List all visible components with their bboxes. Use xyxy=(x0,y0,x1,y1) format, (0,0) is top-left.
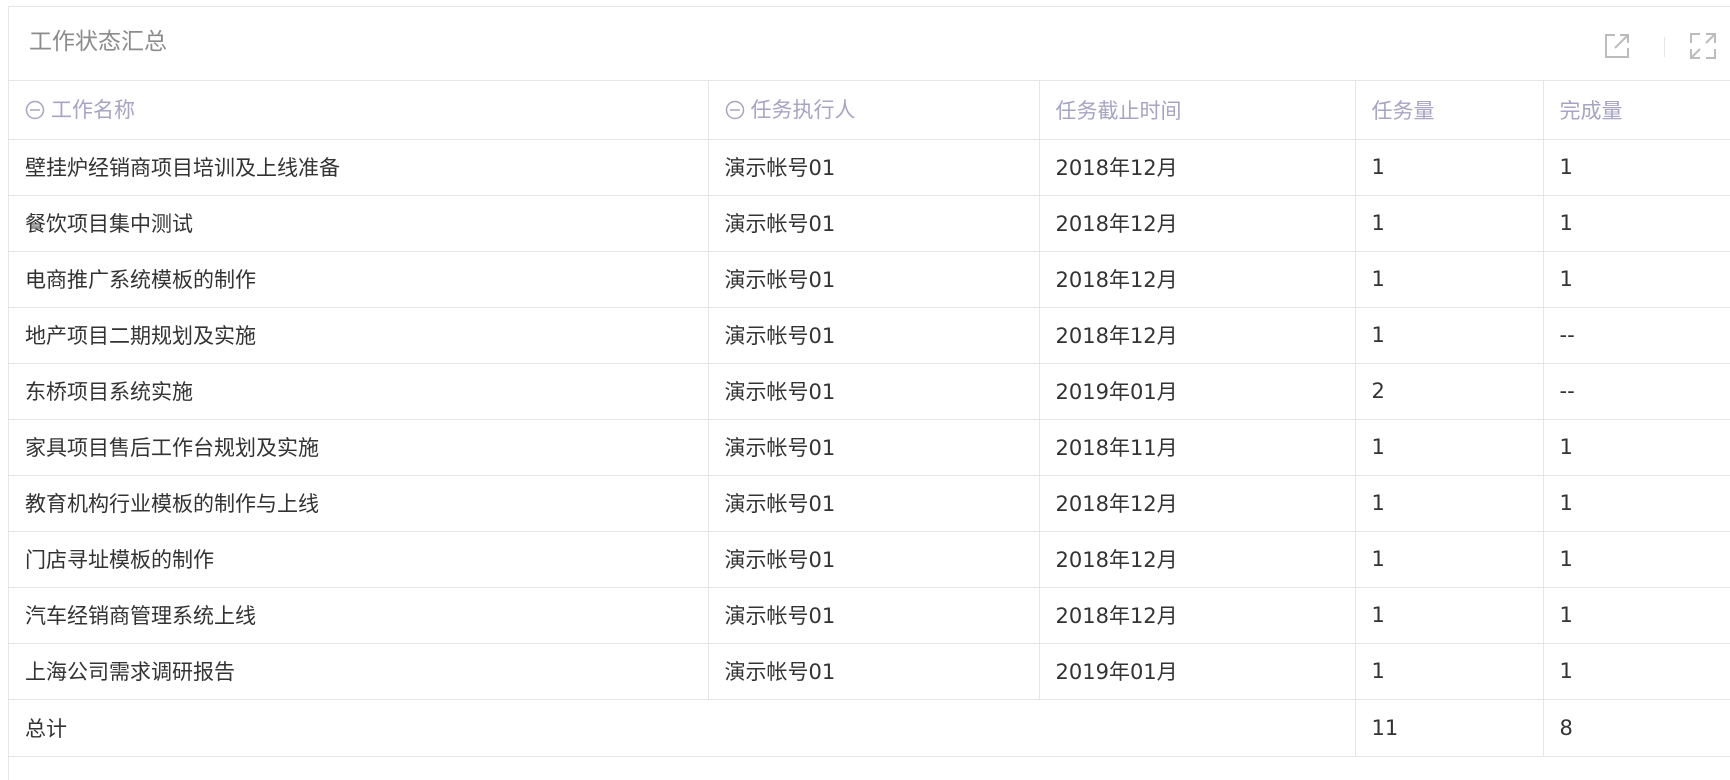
cell-completed-count: 1 xyxy=(1543,195,1730,252)
cell-work-name: 壁挂炉经销商项目培训及上线准备 xyxy=(9,139,709,196)
cell-task-count: 1 xyxy=(1355,531,1544,588)
cell-work-name: 东桥项目系统实施 xyxy=(9,363,709,420)
cell-task-count: 1 xyxy=(1355,139,1544,196)
column-header-label: 任务执行人 xyxy=(750,98,856,123)
table-row: 汽车经销商管理系统上线 演示帐号01 2018年12月 1 1 xyxy=(9,587,1730,644)
cell-executor: 演示帐号01 xyxy=(708,531,1040,588)
cell-task-count: 1 xyxy=(1355,475,1544,532)
cell-executor: 演示帐号01 xyxy=(708,363,1040,420)
cell-executor: 演示帐号01 xyxy=(708,475,1040,532)
cell-task-count: 1 xyxy=(1355,195,1544,252)
table-row: 上海公司需求调研报告 演示帐号01 2019年01月 1 1 xyxy=(9,643,1730,700)
cell-deadline: 2018年12月 xyxy=(1039,531,1356,588)
table-row: 教育机构行业模板的制作与上线 演示帐号01 2018年12月 1 1 xyxy=(9,475,1730,532)
external-link-icon[interactable] xyxy=(1600,29,1634,63)
table-row: 东桥项目系统实施 演示帐号01 2019年01月 2 -- xyxy=(9,363,1730,420)
table-row: 家具项目售后工作台规划及实施 演示帐号01 2018年11月 1 1 xyxy=(9,419,1730,476)
work-status-table: 工作名称 任务执行人 任务截止时间 任务量 完成量 壁挂炉经销商项目培训及上线准 xyxy=(9,81,1730,757)
table-row: 电商推广系统模板的制作 演示帐号01 2018年12月 1 1 xyxy=(9,251,1730,308)
cell-task-count: 1 xyxy=(1355,587,1544,644)
table-row: 餐饮项目集中测试 演示帐号01 2018年12月 1 1 xyxy=(9,195,1730,252)
header-toolbar xyxy=(1580,7,1730,80)
cell-work-name: 电商推广系统模板的制作 xyxy=(9,251,709,308)
panel-title: 工作状态汇总 xyxy=(29,29,167,55)
cell-deadline: 2018年12月 xyxy=(1039,307,1356,364)
cell-completed-count: 1 xyxy=(1543,475,1730,532)
panel-header: 工作状态汇总 xyxy=(9,7,1730,81)
cell-completed-count: 1 xyxy=(1543,251,1730,308)
cell-deadline: 2018年12月 xyxy=(1039,475,1356,532)
table-row: 地产项目二期规划及实施 演示帐号01 2018年12月 1 -- xyxy=(9,307,1730,364)
cell-work-name: 家具项目售后工作台规划及实施 xyxy=(9,419,709,476)
cell-executor: 演示帐号01 xyxy=(708,419,1040,476)
total-label: 总计 xyxy=(9,699,1356,757)
cell-completed-count: 1 xyxy=(1543,139,1730,196)
cell-executor: 演示帐号01 xyxy=(708,307,1040,364)
cell-task-count: 1 xyxy=(1355,643,1544,700)
cell-executor: 演示帐号01 xyxy=(708,139,1040,196)
cell-executor: 演示帐号01 xyxy=(708,251,1040,308)
column-header-completed-count[interactable]: 完成量 xyxy=(1543,81,1730,140)
cell-completed-count: 1 xyxy=(1543,531,1730,588)
total-task-count: 11 xyxy=(1355,699,1544,757)
cell-task-count: 1 xyxy=(1355,419,1544,476)
column-header-deadline[interactable]: 任务截止时间 xyxy=(1039,81,1356,140)
cell-work-name: 教育机构行业模板的制作与上线 xyxy=(9,475,709,532)
cell-executor: 演示帐号01 xyxy=(708,587,1040,644)
cell-deadline: 2018年12月 xyxy=(1039,251,1356,308)
cell-task-count: 2 xyxy=(1355,363,1544,420)
column-header-label: 工作名称 xyxy=(51,98,135,123)
cell-work-name: 上海公司需求调研报告 xyxy=(9,643,709,700)
cell-executor: 演示帐号01 xyxy=(708,195,1040,252)
cell-completed-count: -- xyxy=(1543,307,1730,364)
cell-task-count: 1 xyxy=(1355,307,1544,364)
cell-deadline: 2018年11月 xyxy=(1039,419,1356,476)
collapse-icon[interactable] xyxy=(725,100,745,125)
table-row: 门店寻址模板的制作 演示帐号01 2018年12月 1 1 xyxy=(9,531,1730,588)
column-header-executor[interactable]: 任务执行人 xyxy=(708,81,1040,140)
cell-completed-count: 1 xyxy=(1543,587,1730,644)
cell-completed-count: 1 xyxy=(1543,419,1730,476)
cell-deadline: 2018年12月 xyxy=(1039,587,1356,644)
column-header-task-count[interactable]: 任务量 xyxy=(1355,81,1544,140)
table-row: 壁挂炉经销商项目培训及上线准备 演示帐号01 2018年12月 1 1 xyxy=(9,139,1730,196)
collapse-icon[interactable] xyxy=(25,100,45,125)
table-header-row: 工作名称 任务执行人 任务截止时间 任务量 完成量 xyxy=(9,81,1730,140)
cell-work-name: 地产项目二期规划及实施 xyxy=(9,307,709,364)
cell-deadline: 2019年01月 xyxy=(1039,363,1356,420)
cell-work-name: 门店寻址模板的制作 xyxy=(9,531,709,588)
cell-completed-count: 1 xyxy=(1543,643,1730,700)
cell-deadline: 2019年01月 xyxy=(1039,643,1356,700)
total-row: 总计 11 8 xyxy=(9,699,1730,757)
toolbar-divider xyxy=(1664,37,1665,57)
cell-work-name: 餐饮项目集中测试 xyxy=(9,195,709,252)
column-header-work-name[interactable]: 工作名称 xyxy=(9,81,709,140)
cell-completed-count: -- xyxy=(1543,363,1730,420)
work-status-summary-panel: 工作状态汇总 工作名称 任务执行人 任务截止时间 任务量 完成量 壁挂炉经销商项… xyxy=(8,6,1730,780)
total-completed-count: 8 xyxy=(1543,699,1730,757)
cell-task-count: 1 xyxy=(1355,251,1544,308)
cell-deadline: 2018年12月 xyxy=(1039,139,1356,196)
fullscreen-icon[interactable] xyxy=(1686,29,1720,63)
cell-work-name: 汽车经销商管理系统上线 xyxy=(9,587,709,644)
cell-executor: 演示帐号01 xyxy=(708,643,1040,700)
cell-deadline: 2018年12月 xyxy=(1039,195,1356,252)
